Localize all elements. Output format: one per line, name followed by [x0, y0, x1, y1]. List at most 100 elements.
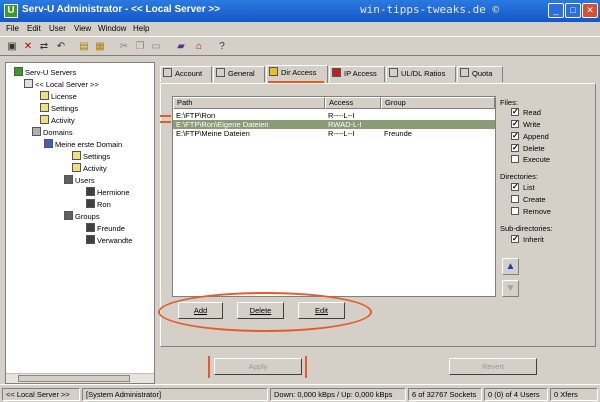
tab-quota[interactable]: Quota [457, 66, 503, 82]
tree-item-license[interactable]: License [40, 91, 77, 102]
tree-item-local-server[interactable]: << Local Server >> [24, 79, 99, 90]
apply-button[interactable]: Apply [214, 358, 302, 375]
server-icon[interactable]: ⌂ [192, 40, 206, 54]
tab-ip-access[interactable]: IP Access [329, 66, 385, 82]
tab-account[interactable]: Account [160, 66, 212, 82]
tree-item-domain-activity[interactable]: Activity [72, 163, 107, 174]
create-checkbox[interactable]: Create [511, 195, 546, 205]
minimize-button[interactable]: _ [548, 3, 564, 18]
table-row-selected[interactable]: E:\FTP\Ron\Eigene Dateien RWAD-L-I [173, 120, 495, 129]
tree-item-domain[interactable]: Meine erste Domain [44, 139, 122, 150]
lock-icon [269, 67, 278, 76]
cell-path: E:\FTP\Ron\Eigene Dateien [176, 120, 269, 129]
execute-checkbox[interactable]: Execute [511, 155, 550, 165]
row-highlight-mark [160, 115, 171, 117]
move-up-button[interactable]: ▲ [502, 258, 519, 275]
license-icon [40, 91, 49, 100]
server-icon [24, 79, 33, 88]
tree-item-user-hermione[interactable]: Hermione [86, 187, 130, 198]
server-tree[interactable]: Serv-U Servers << Local Server >> Licens… [5, 62, 155, 384]
watermark: win-tipps-tweaks.de © [360, 3, 500, 16]
column-access[interactable]: Access [325, 97, 381, 109]
status-users: 0 (0) of 4 Users [484, 388, 548, 401]
append-checkbox[interactable]: Append [511, 131, 549, 142]
window-title: Serv-U Administrator - << Local Server >… [22, 4, 221, 15]
apply-highlight-mark [305, 356, 307, 378]
list-checkbox[interactable]: List [511, 182, 535, 193]
table-row[interactable]: E:\FTP\Ron R----L--I [173, 111, 495, 120]
delete-icon[interactable]: ✕ [21, 40, 35, 54]
remove-checkbox[interactable]: Remove [511, 207, 551, 217]
column-path[interactable]: Path [173, 97, 325, 109]
tree-item-user-ron[interactable]: Ron [86, 199, 111, 210]
write-checkbox[interactable]: Write [511, 119, 540, 130]
serv-u-icon: U [4, 4, 18, 18]
tab-ul-dl-ratios[interactable]: UL/DL Ratios [386, 66, 456, 82]
status-server: << Local Server >> [2, 388, 80, 401]
tree-item-users[interactable]: Users [64, 175, 95, 186]
table-row[interactable]: E:\FTP\Meine Dateien R----L--I Freunde [173, 129, 495, 138]
tree-item-domain-settings[interactable]: Settings [72, 151, 110, 162]
tree-item-group-freunde[interactable]: Freunde [86, 223, 125, 234]
help-icon[interactable]: ? [215, 40, 229, 54]
group-icon [86, 223, 95, 232]
close-button[interactable]: ✕ [582, 3, 598, 18]
dir-access-list[interactable]: Path Access Group E:\FTP\Ron R----L--I E… [172, 96, 496, 297]
maximize-button[interactable]: □ [565, 3, 581, 18]
activity-icon [40, 115, 49, 124]
groups-icon [64, 211, 73, 220]
ratio-icon [389, 68, 398, 77]
book-icon[interactable]: ▰ [174, 40, 188, 54]
settings-icon [72, 151, 81, 160]
cut-icon[interactable]: ✂ [117, 40, 131, 54]
status-speed: Down: 0,000 kBps / Up: 0,000 kBps [270, 388, 406, 401]
delete-checkbox[interactable]: Delete [511, 143, 545, 154]
move-down-button[interactable]: ▼ [502, 280, 519, 297]
cell-group: Freunde [384, 129, 412, 138]
read-checkbox[interactable]: Read [511, 107, 541, 118]
revert-button[interactable]: Revert [449, 358, 537, 375]
tree-item-group-verwandte[interactable]: Verwandte [86, 235, 132, 246]
user-icon [86, 187, 95, 196]
quota-icon [460, 68, 469, 77]
user-icon [86, 199, 95, 208]
menu-help[interactable]: Help [133, 24, 149, 33]
serv-u-icon [14, 67, 23, 76]
tab-strip: Account General Dir Access IP Access UL/… [160, 65, 596, 83]
scroll-thumb[interactable] [18, 375, 130, 382]
copy-icon[interactable]: ❐ [133, 40, 147, 54]
app-icon[interactable]: ▣ [5, 40, 19, 54]
domain-icon [44, 139, 53, 148]
account-icon [163, 68, 172, 77]
folder-icon[interactable]: ▤ [77, 40, 91, 54]
tree-scrollbar[interactable] [6, 373, 154, 383]
menu-user[interactable]: User [49, 24, 66, 33]
tree-item-activity[interactable]: Activity [40, 115, 75, 126]
tree-item-settings[interactable]: Settings [40, 103, 78, 114]
menu-file[interactable]: File [6, 24, 19, 33]
menu-edit[interactable]: Edit [27, 24, 41, 33]
status-bar: << Local Server >> [System Administrator… [0, 384, 600, 402]
ip-icon [332, 68, 341, 77]
menu-view[interactable]: View [74, 24, 91, 33]
tree-item-groups[interactable]: Groups [64, 211, 100, 222]
settings-icon [40, 103, 49, 112]
toolbar: ▣ ✕ ⇄ ↶ ▤ ▦ ✂ ❐ ▭ ▰ ⌂ ? [0, 36, 600, 56]
column-group[interactable]: Group [381, 97, 495, 109]
tree-item-servers[interactable]: Serv-U Servers [14, 67, 76, 78]
cell-path: E:\FTP\Meine Dateien [176, 129, 250, 138]
status-user: [System Administrator] [82, 388, 268, 401]
menu-window[interactable]: Window [98, 24, 126, 33]
move-icon[interactable]: ⇄ [37, 40, 51, 54]
files-label: Files: [500, 98, 518, 107]
inherit-checkbox[interactable]: Inherit [511, 234, 544, 245]
cell-path: E:\FTP\Ron [176, 111, 216, 120]
paste-icon[interactable]: ▭ [149, 40, 163, 54]
tree-item-domains[interactable]: Domains [32, 127, 73, 138]
apply-highlight-mark [208, 356, 210, 378]
save-icon[interactable]: ▦ [93, 40, 107, 54]
tab-general[interactable]: General [213, 66, 265, 82]
general-icon [216, 68, 225, 77]
cell-access: R----L--I [328, 111, 355, 120]
undo-icon[interactable]: ↶ [54, 40, 68, 54]
